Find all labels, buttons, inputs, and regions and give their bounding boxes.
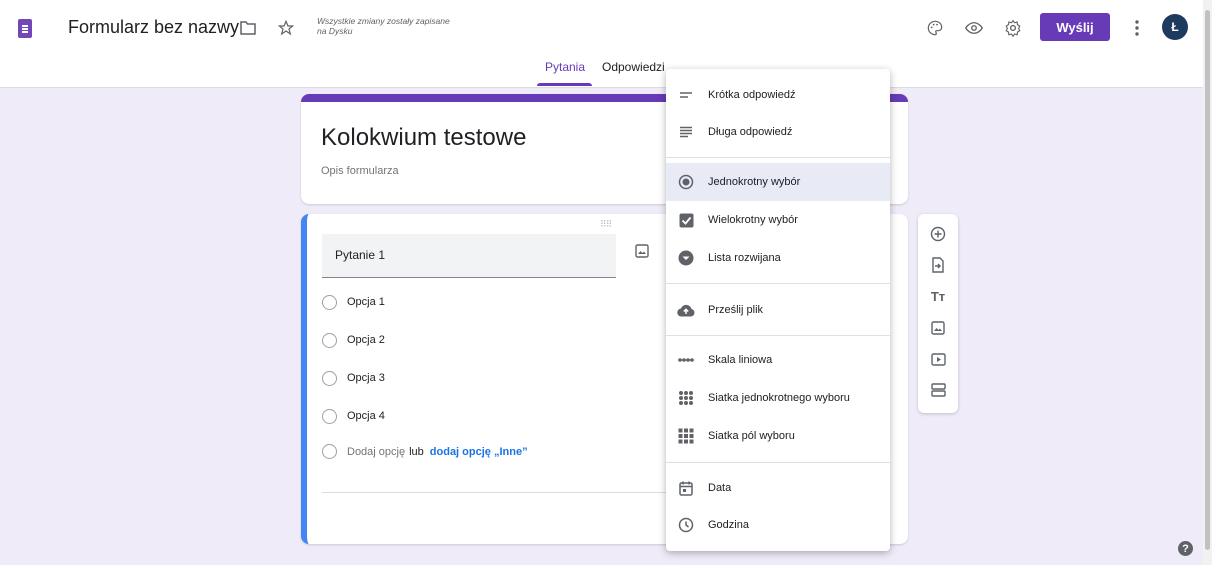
menu-item-multiple-choice[interactable]: Jednokrotny wybór [666,163,890,201]
menu-item-label: Długa odpowiedź [708,126,793,138]
radio-icon [322,370,337,386]
form-description-field[interactable]: Opis formularza [321,165,399,177]
tab-responses[interactable]: Odpowiedzi [602,60,665,74]
menu-item-time[interactable]: Godzina [666,506,890,544]
question-type-menu: Krótka odpowiedź Długa odpowiedź Jednokr… [666,69,890,551]
option-label[interactable]: Opcja 4 [347,410,385,422]
option-row[interactable]: Opcja 4 [322,406,385,426]
calendar-icon [676,478,696,498]
paragraph-icon [676,122,696,142]
menu-item-label: Lista rozwijana [708,252,781,264]
menu-item-label: Data [708,482,732,494]
linear-scale-icon [676,350,696,370]
import-questions-icon[interactable] [928,255,948,275]
menu-item-dropdown[interactable]: Lista rozwijana [666,239,890,277]
menu-item-paragraph[interactable]: Długa odpowiedź [666,113,890,151]
menu-item-label: Siatka pól wyboru [708,430,795,442]
send-button[interactable]: Wyślij [1040,13,1110,41]
grid-icon [676,388,696,408]
option-row[interactable]: Opcja 1 [322,292,385,312]
help-icon[interactable]: ? [1178,541,1193,556]
menu-item-label: Skala liniowa [708,354,773,366]
avatar[interactable]: Ł [1162,14,1188,40]
menu-item-label: Wielokrotny wybór [708,214,798,226]
option-label[interactable]: Opcja 1 [347,296,385,308]
radio-icon [322,408,337,424]
cloud-upload-icon [676,300,696,320]
palette-icon[interactable] [924,17,946,39]
save-status: Wszystkie zmiany zostały zapisane na Dys… [317,16,450,36]
form-title[interactable]: Kolokwium testowe [321,124,526,152]
add-section-icon[interactable] [928,380,948,400]
checkbox-grid-icon [676,426,696,446]
short-text-icon [676,85,696,105]
active-tab-indicator [537,83,592,86]
tab-questions[interactable]: Pytania [545,60,585,74]
divider [666,283,890,284]
menu-item-label: Godzina [708,519,749,531]
menu-item-file-upload[interactable]: Prześlij plik [666,291,890,329]
divider [666,462,890,463]
option-label[interactable]: Opcja 2 [347,334,385,346]
radio-icon [322,294,337,310]
question-title-input[interactable]: Pytanie 1 [322,234,616,278]
option-row[interactable]: Opcja 3 [322,368,385,388]
menu-item-linear-scale[interactable]: Skala liniowa [666,341,890,379]
divider [322,492,722,493]
or-text: lub [409,445,424,458]
add-other-link[interactable]: dodaj opcję „Inne” [430,446,528,458]
checkbox-icon [676,210,696,230]
menu-item-label: Krótka odpowiedź [708,89,796,101]
add-option-link[interactable]: Dodaj opcję [347,446,405,458]
scrollbar-thumb[interactable] [1205,10,1210,550]
option-label[interactable]: Opcja 3 [347,372,385,384]
menu-item-label: Prześlij plik [708,304,764,316]
menu-item-date[interactable]: Data [666,469,890,507]
radio-icon [676,172,696,192]
forms-logo[interactable] [18,19,32,38]
drag-handle-icon[interactable]: ⠿⠿ [600,219,612,230]
folder-icon[interactable] [237,17,259,39]
option-row[interactable]: Opcja 2 [322,330,385,350]
question-title: Pytanie 1 [335,248,386,262]
menu-item-label: Jednokrotny wybór [708,176,801,188]
menu-item-checkboxes[interactable]: Wielokrotny wybór [666,201,890,239]
dropdown-icon [676,248,696,268]
divider [666,335,890,336]
radio-icon [322,444,337,459]
menu-item-label: Siatka jednokrotnego wyboru [708,392,850,404]
add-question-icon[interactable] [928,224,948,244]
form-name[interactable]: Formularz bez nazwy [68,17,239,38]
app-header: Formularz bez nazwy Wszystkie zmiany zos… [0,0,1212,88]
add-title-icon[interactable]: Tт [928,286,948,306]
more-vert-icon[interactable] [1126,17,1148,39]
settings-icon[interactable] [1002,17,1024,39]
add-option-row: Dodaj opcję lub dodaj opcję „Inne” [322,444,528,459]
radio-icon [322,332,337,348]
side-toolbar: Tт [918,214,958,413]
menu-item-checkbox-grid[interactable]: Siatka pól wyboru [666,417,890,455]
divider [666,157,890,158]
add-video-icon[interactable] [928,349,948,369]
menu-item-mc-grid[interactable]: Siatka jednokrotnego wyboru [666,379,890,417]
star-icon[interactable] [275,17,297,39]
add-image-icon[interactable] [928,318,948,338]
clock-icon [676,515,696,535]
add-image-icon[interactable] [635,244,649,263]
preview-icon[interactable] [963,17,985,39]
menu-item-short-answer[interactable]: Krótka odpowiedź [666,76,890,114]
